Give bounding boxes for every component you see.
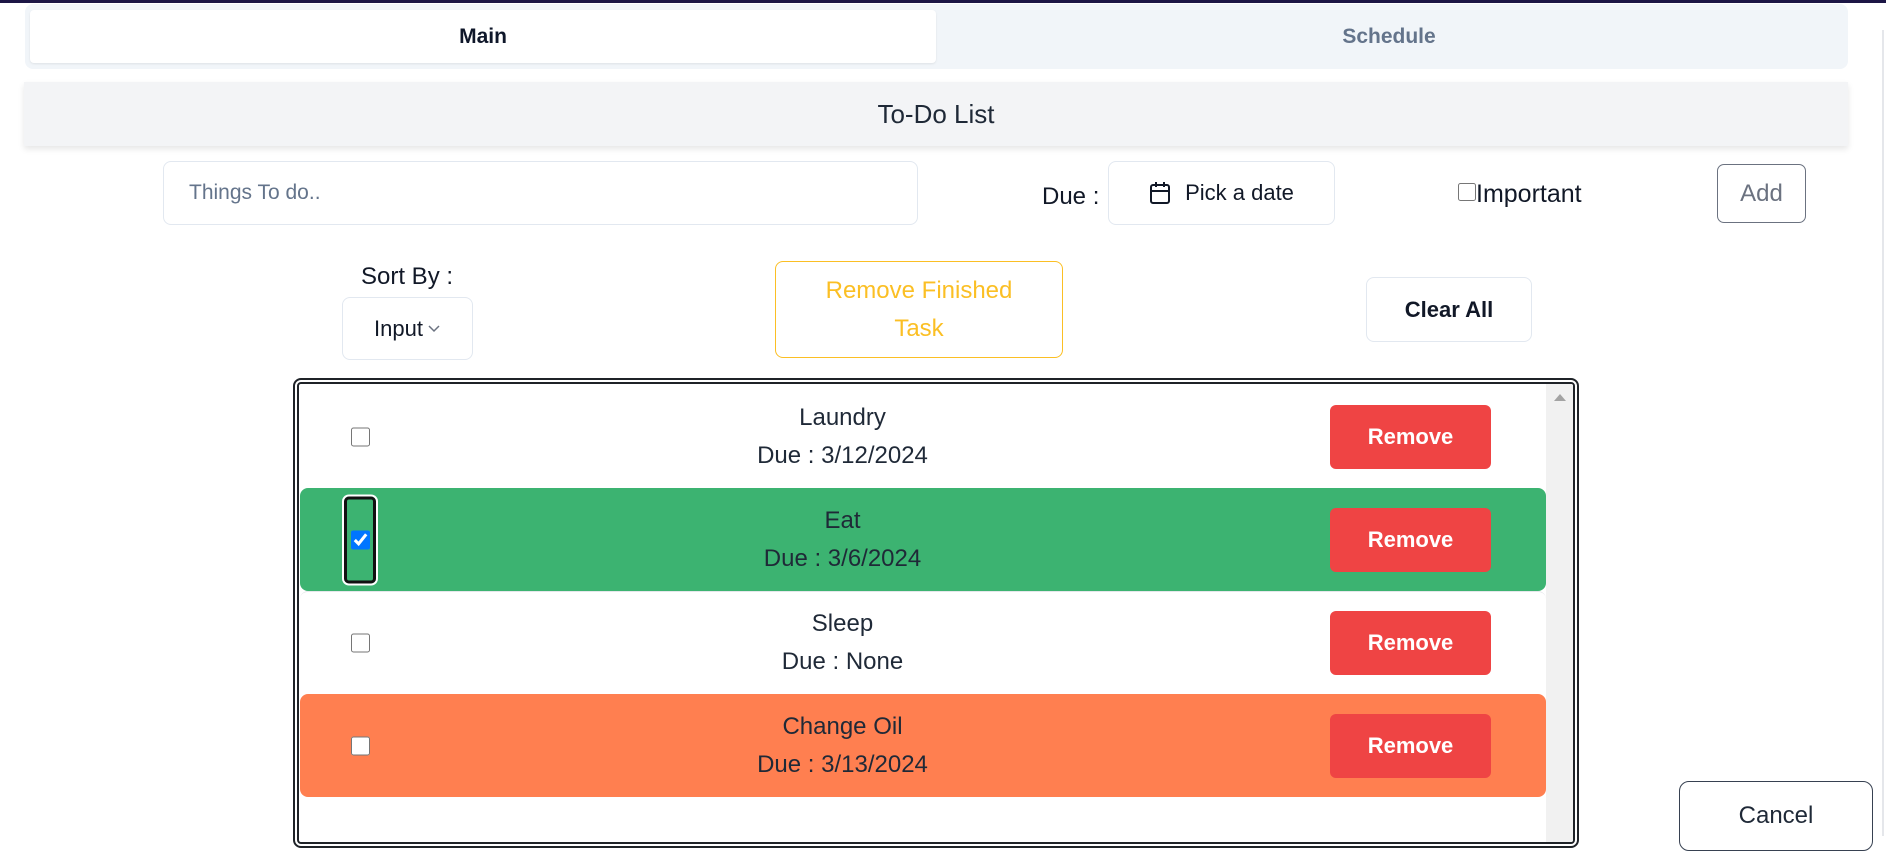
task-text: Eat Due : 3/6/2024 [300, 502, 1385, 578]
add-button[interactable]: Add [1717, 164, 1806, 223]
task-row: Sleep Due : None Remove [300, 591, 1546, 694]
task-row: Laundry Due : 3/12/2024 Remove [300, 385, 1546, 488]
tab-bar: Main Schedule [25, 4, 1848, 69]
important-option[interactable]: Important [1458, 180, 1582, 209]
remove-task-button[interactable]: Remove [1330, 404, 1491, 469]
chevron-down-icon [428, 324, 440, 332]
task-list: Laundry Due : 3/12/2024 Remove Eat Due :… [293, 378, 1579, 848]
tab-main[interactable]: Main [30, 10, 936, 63]
page-scrollbar[interactable] [1882, 30, 1884, 836]
task-name: Eat [824, 506, 861, 534]
task-name: Change Oil [782, 712, 903, 740]
task-text: Laundry Due : 3/12/2024 [300, 399, 1385, 475]
cancel-button[interactable]: Cancel [1679, 781, 1873, 851]
remove-task-button[interactable]: Remove [1330, 611, 1491, 675]
task-name: Sleep [811, 610, 874, 637]
task-row: Eat Due : 3/6/2024 Remove [300, 488, 1546, 591]
sort-value: Input [374, 315, 423, 341]
task-text: Sleep Due : None [300, 605, 1385, 681]
page-title: To-Do List [24, 82, 1848, 146]
task-due: Due : 3/13/2024 [757, 750, 928, 778]
clear-all-button[interactable]: Clear All [1366, 277, 1532, 342]
task-text: Change Oil Due : 3/13/2024 [300, 708, 1385, 784]
calendar-icon [1150, 182, 1171, 204]
tab-schedule[interactable]: Schedule [936, 10, 1842, 63]
task-due: Due : 3/6/2024 [763, 544, 922, 572]
task-list-items: Laundry Due : 3/12/2024 Remove Eat Due :… [300, 385, 1546, 797]
sort-by-label: Sort By : [361, 263, 454, 290]
task-due: Due : None [781, 648, 904, 675]
task-row: Change Oil Due : 3/13/2024 Remove [300, 694, 1546, 797]
remove-finished-button[interactable]: Remove Finished Task [775, 261, 1063, 358]
task-due: Due : 3/12/2024 [757, 441, 928, 469]
window-top-strip [0, 0, 1886, 3]
important-label: Important [1476, 180, 1582, 208]
remove-task-button[interactable]: Remove [1330, 507, 1491, 572]
list-scrollbar[interactable] [1546, 384, 1573, 842]
date-picker-label: Pick a date [1185, 180, 1294, 205]
date-picker-button[interactable]: Pick a date [1108, 161, 1335, 225]
remove-task-button[interactable]: Remove [1330, 713, 1491, 778]
scroll-up-arrow-icon[interactable] [1554, 394, 1566, 401]
task-input[interactable] [163, 161, 918, 225]
sort-select[interactable]: Input [342, 297, 473, 360]
task-name: Laundry [799, 403, 886, 431]
important-checkbox[interactable] [1458, 182, 1476, 201]
due-label: Due : [1042, 183, 1100, 210]
